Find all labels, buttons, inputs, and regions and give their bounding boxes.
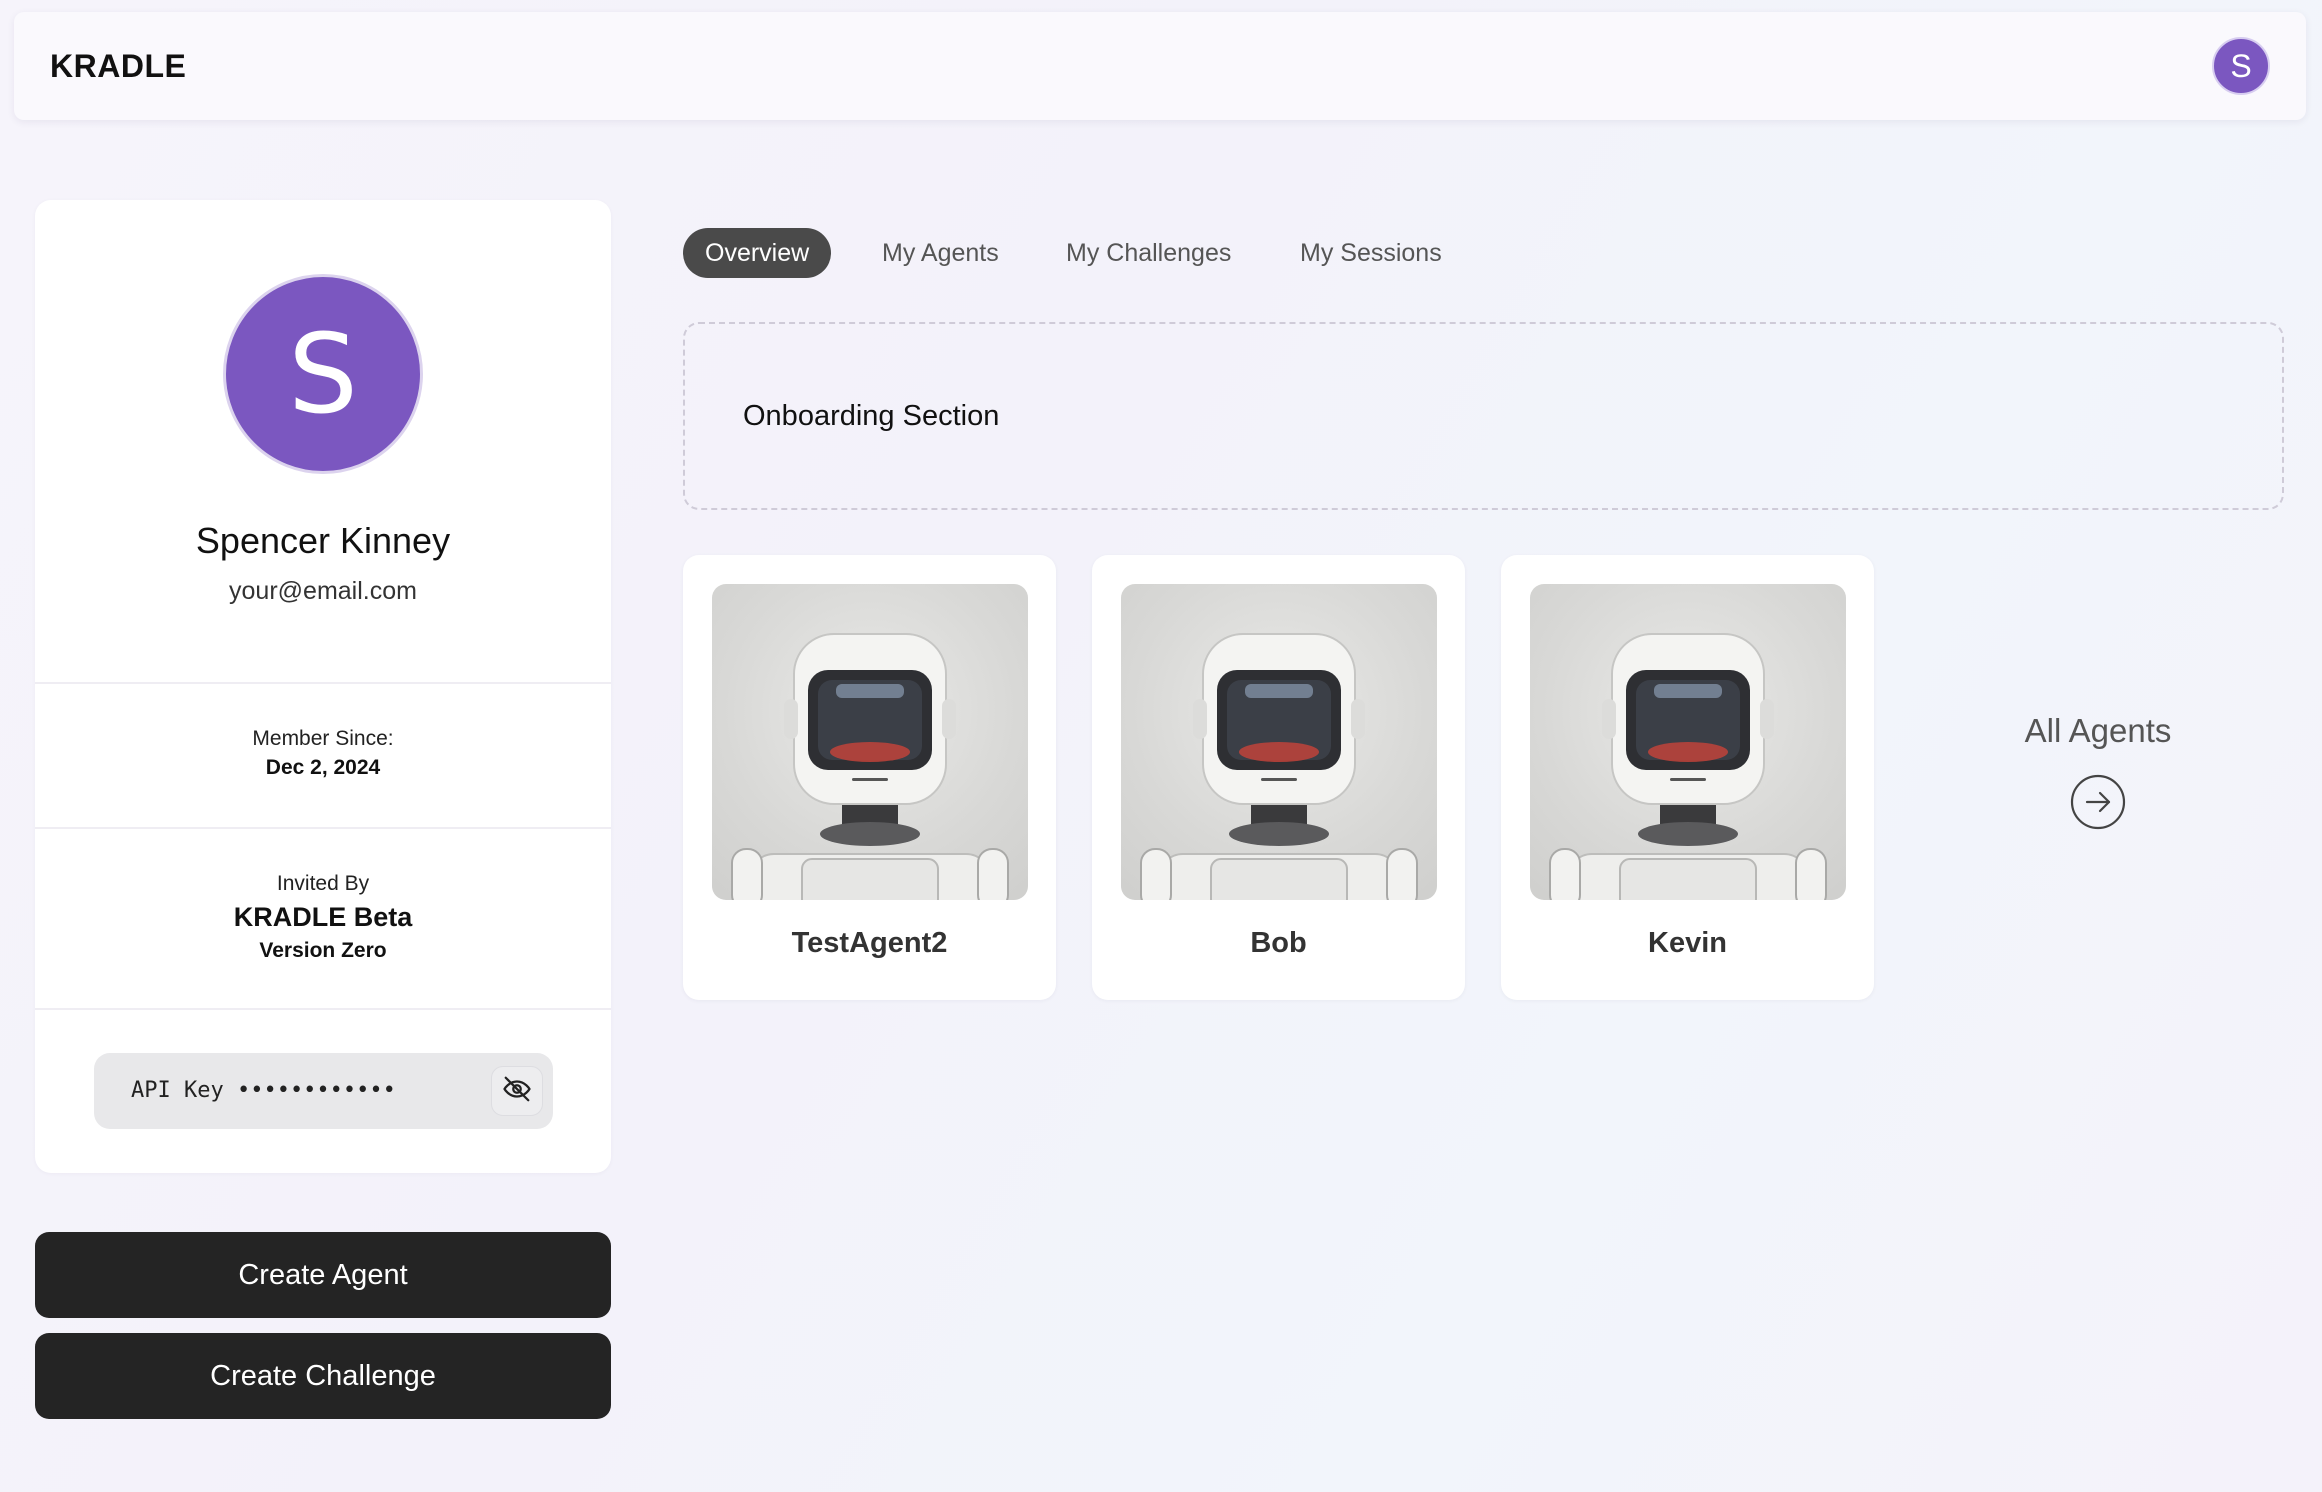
robot-avatar — [712, 584, 1028, 900]
agent-name: Bob — [1250, 927, 1307, 959]
robot-avatar — [1121, 584, 1437, 900]
tab-my-agents[interactable]: My Agents — [860, 228, 1021, 278]
profile-email: your@email.com — [229, 577, 417, 605]
agent-card[interactable]: Bob — [1092, 555, 1465, 1000]
api-key-visibility-toggle[interactable] — [491, 1066, 543, 1116]
robot-avatar — [1530, 584, 1846, 900]
api-key-field: API Key •••••••••••• — [94, 1053, 553, 1129]
all-agents-label: All Agents — [2024, 712, 2172, 749]
member-since-label: Member Since: — [252, 727, 394, 750]
api-key-text: API Key •••••••••••• — [131, 1078, 396, 1103]
invited-by-label: Invited By — [276, 872, 370, 895]
profile-name: Spencer Kinney — [195, 520, 451, 561]
create-agent-button[interactable]: Create Agent — [35, 1232, 611, 1318]
brand-logo[interactable]: KRADLE — [50, 12, 186, 120]
all-agents-link[interactable]: All Agents — [1960, 712, 2236, 830]
tab-my-sessions[interactable]: My Sessions — [1278, 228, 1464, 278]
invited-by-name: KRADLE Beta — [233, 902, 413, 932]
eye-off-icon — [502, 1074, 532, 1109]
top-navbar: KRADLE S — [14, 12, 2306, 120]
profile-card: S Spencer Kinney your@email.com Member S… — [35, 200, 611, 1173]
divider — [35, 1008, 611, 1010]
agent-name: Kevin — [1648, 927, 1727, 959]
tab-overview[interactable]: Overview — [683, 228, 832, 278]
onboarding-title: Onboarding Section — [743, 400, 1000, 432]
agent-card[interactable]: TestAgent2 — [683, 555, 1056, 1000]
agent-card[interactable]: Kevin — [1501, 555, 1874, 1000]
divider — [35, 682, 611, 684]
tab-my-challenges[interactable]: My Challenges — [1044, 228, 1253, 278]
divider — [35, 827, 611, 829]
user-avatar-button[interactable]: S — [2212, 37, 2270, 95]
agent-name: TestAgent2 — [791, 927, 948, 959]
arrow-right-circle-icon[interactable] — [2070, 774, 2126, 830]
onboarding-section: Onboarding Section — [683, 322, 2284, 510]
member-since-value: Dec 2, 2024 — [265, 756, 381, 779]
profile-avatar: S — [223, 274, 423, 474]
invited-by-subtitle: Version Zero — [259, 939, 387, 962]
create-challenge-button[interactable]: Create Challenge — [35, 1333, 611, 1419]
